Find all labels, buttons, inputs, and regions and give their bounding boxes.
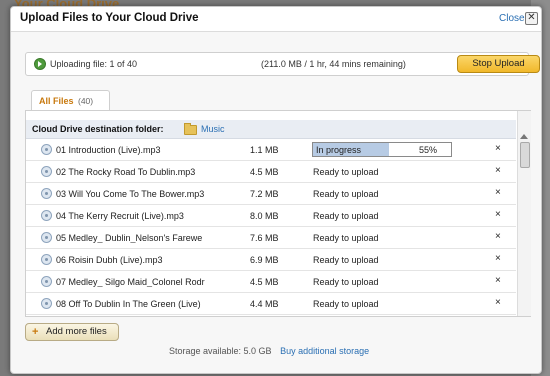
file-status: Ready to upload [313,255,379,265]
audio-file-icon [41,232,52,243]
destination-folder-row: Cloud Drive destination folder: Music [26,120,516,139]
file-size: 6.9 MB [250,255,279,265]
remove-file-icon[interactable]: × [495,297,501,308]
plus-icon: + [32,326,39,338]
file-size: 1.1 MB [250,145,279,155]
file-status: Ready to upload [313,167,379,177]
upload-progress-bar: In progress 55% [312,142,452,157]
file-row: 06 Roisin Dubh (Live).mp3 6.9 MB Ready t… [26,249,516,271]
file-size: 7.2 MB [250,189,279,199]
tab-all-files-label: All Files [39,96,74,106]
add-more-files-button[interactable]: + Add more files [25,323,119,341]
close-icon[interactable]: ✕ [525,12,538,25]
upload-status-text: Uploading file: 1 of 40 [50,59,138,69]
file-size: 4.5 MB [250,167,279,177]
dialog-title: Upload Files to Your Cloud Drive [20,12,199,24]
file-status: Ready to upload [313,299,379,309]
file-size: 4.4 MB [250,299,279,309]
folder-icon [184,123,197,135]
file-status: Ready to upload [313,277,379,287]
file-row: 08 Off To Dublin In The Green (Live) 4.4… [26,293,516,315]
audio-file-icon [41,298,52,309]
audio-file-icon [41,210,52,221]
remove-file-icon[interactable]: × [495,187,501,198]
file-list-panel: Cloud Drive destination folder: Music 01… [25,110,531,317]
file-status: Ready to upload [313,211,379,221]
file-row: 02 The Rocky Road To Dublin.mp3 4.5 MB R… [26,161,516,183]
file-name: 07 Medley_ Silgo Maid_Colonel Rodr [56,277,205,287]
file-name: 02 The Rocky Road To Dublin.mp3 [56,167,196,177]
destination-label: Cloud Drive destination folder: [32,124,164,134]
file-name: 05 Medley_ Dublin_Nelson's Farewe [56,233,203,243]
tab-all-files[interactable]: All Files (40) [31,90,110,111]
upload-status-bar: Uploading file: 1 of 40 (211.0 MB / 1 hr… [25,52,540,76]
dialog-header: Upload Files to Your Cloud Drive Close ✕ [11,7,541,32]
file-row: 01 Introduction (Live).mp3 1.1 MB In pro… [26,139,516,161]
audio-file-icon [41,276,52,287]
file-name: 04 The Kerry Recruit (Live).mp3 [56,211,184,221]
file-size: 7.6 MB [250,233,279,243]
remove-file-icon[interactable]: × [495,253,501,264]
file-size: 4.5 MB [250,277,279,287]
remove-file-icon[interactable]: × [495,209,501,220]
audio-file-icon [41,254,52,265]
close-link[interactable]: Close [499,13,525,24]
upload-dialog: Upload Files to Your Cloud Drive Close ✕… [10,6,542,374]
add-more-files-label: Add more files [46,326,107,337]
file-name: 03 Will You Come To The Bower.mp3 [56,189,205,199]
audio-file-icon [41,144,52,155]
audio-file-icon [41,166,52,177]
file-list-scrollbar[interactable] [517,111,531,316]
stop-upload-button[interactable]: Stop Upload [457,55,540,73]
scroll-up-icon[interactable] [520,134,528,139]
destination-folder-link[interactable]: Music [201,124,225,134]
remove-file-icon[interactable]: × [495,143,501,154]
upload-remaining-text: (211.0 MB / 1 hr, 44 mins remaining) [261,59,406,69]
remove-file-icon[interactable]: × [495,165,501,176]
file-status: Ready to upload [313,233,379,243]
scroll-thumb[interactable] [520,142,530,168]
remove-file-icon[interactable]: × [495,231,501,242]
storage-available-text: Storage available: 5.0 GB [169,346,272,356]
file-row: 07 Medley_ Silgo Maid_Colonel Rodr 4.5 M… [26,271,516,293]
progress-percent: 55% [419,145,438,155]
file-size: 8.0 MB [250,211,279,221]
file-row: 04 The Kerry Recruit (Live).mp3 8.0 MB R… [26,205,516,227]
file-name: 01 Introduction (Live).mp3 [56,145,161,155]
file-row: 05 Medley_ Dublin_Nelson's Farewe 7.6 MB… [26,227,516,249]
file-name: 06 Roisin Dubh (Live).mp3 [56,255,163,265]
file-name: 08 Off To Dublin In The Green (Live) [56,299,201,309]
buy-storage-link[interactable]: Buy additional storage [280,346,369,356]
audio-file-icon [41,188,52,199]
file-status: Ready to upload [313,189,379,199]
progress-status: In progress [316,145,362,155]
tab-all-files-count: (40) [78,96,94,106]
storage-info: Storage available: 5.0 GB Buy additional… [169,346,369,356]
upload-play-icon [34,58,46,70]
remove-file-icon[interactable]: × [495,275,501,286]
file-row: 03 Will You Come To The Bower.mp3 7.2 MB… [26,183,516,205]
